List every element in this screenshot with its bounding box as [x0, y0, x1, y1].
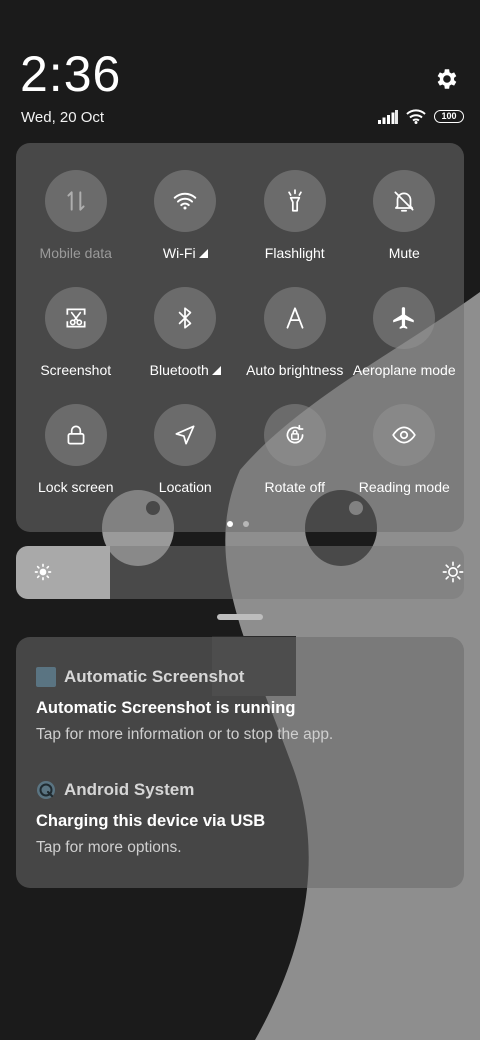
app-name: Android System: [64, 780, 195, 799]
app-name: Automatic Screenshot: [64, 667, 245, 686]
battery-level: 100: [441, 111, 457, 121]
app-square-icon: [36, 667, 56, 687]
tile-label: Lock screen: [38, 479, 114, 495]
tile-label: Location: [158, 479, 212, 495]
tile-label: Wi-Fi: [162, 245, 196, 261]
mute-icon[interactable]: [373, 170, 436, 232]
android-system-icon: [37, 781, 55, 799]
tile-aeroplane-mode[interactable]: Aeroplane mode: [350, 287, 460, 404]
gear-icon[interactable]: [433, 66, 459, 92]
clock-time[interactable]: 2:36: [20, 48, 121, 100]
quick-settings-grid: Mobile data Wi-Fi Flashlight Mute Screen…: [16, 170, 469, 521]
tile-label: Reading mode: [358, 479, 450, 495]
expand-arrow-icon[interactable]: [198, 248, 208, 258]
tile-bluetooth[interactable]: Bluetooth: [131, 287, 241, 404]
tile-mobile-data[interactable]: Mobile data: [21, 170, 131, 287]
tile-label: Rotate off: [264, 479, 325, 495]
notification-panel: Automatic Screenshot Automatic Screensho…: [16, 637, 464, 888]
drag-handle[interactable]: [217, 614, 263, 620]
brightness-slider[interactable]: [16, 546, 464, 599]
tile-label: Bluetooth: [149, 362, 209, 378]
brightness-high-icon: [442, 561, 464, 583]
tile-label: Flashlight: [264, 245, 325, 261]
page-indicator: [227, 521, 249, 527]
airplane-icon[interactable]: [373, 287, 436, 349]
flashlight-icon[interactable]: [263, 170, 326, 232]
tile-rotate-off[interactable]: Rotate off: [240, 404, 350, 521]
quick-settings-panel: Mobile data Wi-Fi Flashlight Mute Screen…: [16, 143, 464, 532]
wifi-icon: [406, 109, 426, 124]
tile-flashlight[interactable]: Flashlight: [240, 170, 350, 287]
eye-icon[interactable]: [373, 404, 436, 466]
notification-title: Automatic Screenshot is running: [36, 699, 296, 717]
status-bar-icons: 100: [378, 109, 464, 124]
notification-title: Charging this device via USB: [36, 812, 266, 830]
tile-auto-brightness[interactable]: Auto brightness: [240, 287, 350, 404]
screenshot-icon[interactable]: [44, 287, 107, 349]
page-dot: [243, 521, 249, 527]
notification-text: Tap for more options.: [36, 839, 182, 856]
tile-label: Mobile data: [39, 245, 112, 261]
wifi-icon[interactable]: [154, 170, 217, 232]
mobile-data-icon[interactable]: [44, 170, 107, 232]
notification-automatic-screenshot[interactable]: Automatic Screenshot Automatic Screensho…: [36, 667, 456, 744]
tile-label: Auto brightness: [246, 362, 344, 378]
tile-wifi[interactable]: Wi-Fi: [131, 170, 241, 287]
page-dot-active: [227, 521, 233, 527]
lock-icon[interactable]: [44, 404, 107, 466]
tile-label: Mute: [388, 245, 420, 261]
rotate-lock-icon[interactable]: [263, 404, 326, 466]
notification-android-system[interactable]: Android System Charging this device via …: [36, 780, 456, 857]
tile-lock-screen[interactable]: Lock screen: [21, 404, 131, 521]
brightness-fill[interactable]: [16, 546, 110, 599]
tile-reading-mode[interactable]: Reading mode: [350, 404, 460, 521]
bluetooth-icon[interactable]: [154, 287, 217, 349]
location-icon[interactable]: [154, 404, 217, 466]
brightness-low-icon: [34, 563, 52, 581]
tile-mute[interactable]: Mute: [350, 170, 460, 287]
tile-label: Aeroplane mode: [352, 362, 456, 378]
date-label[interactable]: Wed, 20 Oct: [21, 109, 104, 126]
tile-location[interactable]: Location: [131, 404, 241, 521]
battery-icon: 100: [434, 110, 464, 123]
tile-label: Screenshot: [40, 362, 112, 378]
signal-icon: [378, 109, 398, 124]
notification-text: Tap for more information or to stop the …: [36, 726, 334, 743]
auto-brightness-icon[interactable]: [263, 287, 326, 349]
expand-arrow-icon[interactable]: [211, 365, 221, 375]
tile-screenshot[interactable]: Screenshot: [21, 287, 131, 404]
